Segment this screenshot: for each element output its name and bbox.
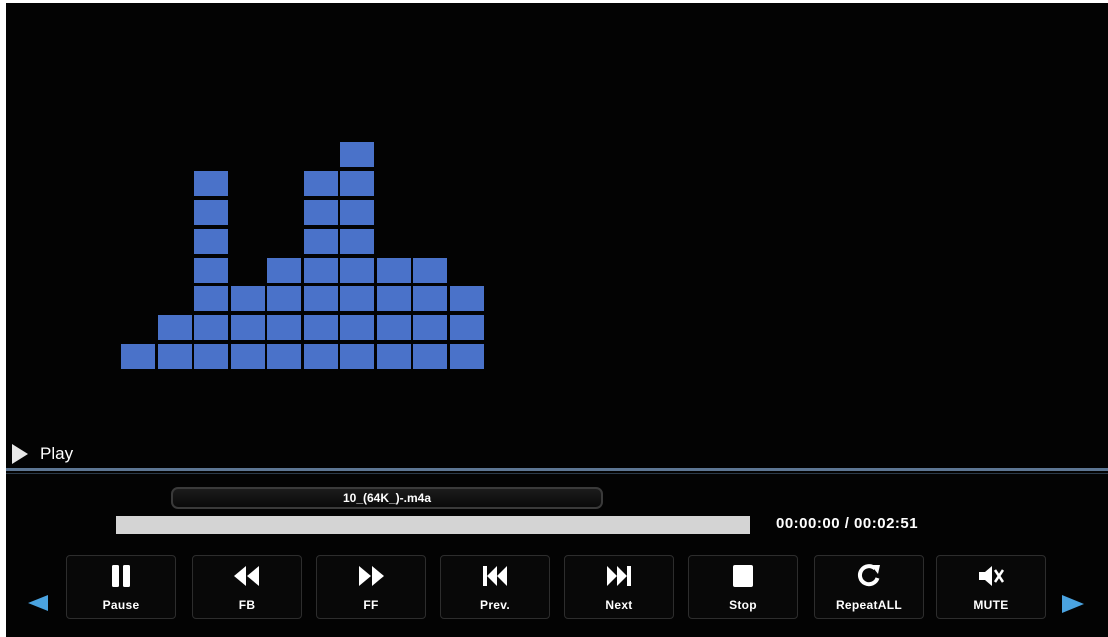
equalizer-block — [449, 286, 484, 312]
equalizer-block — [340, 286, 374, 312]
mute-speaker-icon — [979, 566, 1005, 586]
pause-button[interactable]: Pause — [66, 555, 176, 619]
equalizer-block — [376, 344, 411, 369]
prev-label: Prev. — [480, 598, 510, 612]
pause-icon — [112, 565, 130, 587]
panel-divider-shadow — [6, 473, 1108, 474]
equalizer-block — [194, 315, 228, 341]
status-label: Play — [40, 444, 74, 463]
equalizer-block — [340, 315, 374, 341]
equalizer-block — [376, 286, 411, 312]
equalizer-block — [413, 286, 447, 312]
repeat-all-button[interactable]: RepeatALL — [814, 555, 924, 619]
repeat-all-label: RepeatALL — [835, 598, 903, 612]
next-label: Next — [605, 598, 633, 612]
progress-bar-fill — [116, 516, 750, 534]
equalizer-block — [413, 344, 447, 369]
equalizer-block — [267, 286, 301, 312]
skip-previous-icon — [483, 566, 507, 586]
equalizer-block — [157, 315, 192, 341]
previous-button[interactable]: Prev. — [440, 555, 550, 619]
equalizer-block — [340, 344, 374, 369]
playback-status: Play — [12, 440, 73, 468]
equalizer-block — [340, 142, 374, 168]
fast-backward-button[interactable]: FB — [192, 555, 302, 619]
equalizer-block — [267, 315, 301, 341]
equalizer-block — [194, 228, 228, 254]
equalizer-block — [340, 171, 374, 197]
equalizer-block — [194, 257, 228, 283]
play-triangle-icon — [12, 444, 28, 464]
equalizer-block — [413, 315, 447, 341]
equalizer-block — [303, 344, 338, 369]
equalizer-block — [230, 315, 265, 341]
equalizer-block — [303, 286, 338, 312]
equalizer-block — [194, 171, 228, 197]
equalizer-visualizer — [6, 3, 606, 403]
equalizer-block — [303, 171, 338, 197]
stop-icon — [733, 565, 753, 587]
fast-forward-icon — [359, 566, 384, 586]
pause-label: Pause — [102, 598, 140, 612]
equalizer-block — [303, 228, 338, 254]
fb-label: FB — [238, 598, 256, 612]
progress-bar[interactable] — [116, 516, 750, 534]
equalizer-block — [340, 228, 374, 254]
equalizer-block — [340, 200, 374, 225]
stop-label: Stop — [729, 598, 757, 612]
next-button[interactable]: Next — [564, 555, 674, 619]
fast-backward-icon — [234, 566, 259, 586]
time-readout: 00:00:00 / 00:02:51 — [776, 515, 919, 532]
fast-forward-button[interactable]: FF — [316, 555, 426, 619]
media-player-screen: Play 10_(64K_)-.m4a 00:00:00 / 00:02:51 … — [6, 3, 1108, 637]
skip-next-icon — [607, 566, 631, 586]
filename-display: 10_(64K_)-.m4a — [171, 487, 603, 509]
stop-button[interactable]: Stop — [688, 555, 798, 619]
control-bar: Pause FB FF Prev. Next Stop RepeatALL MU… — [6, 555, 1108, 621]
equalizer-block — [157, 344, 192, 369]
scroll-right-arrow-icon[interactable] — [1062, 595, 1084, 613]
equalizer-block — [413, 257, 447, 283]
equalizer-block — [121, 344, 155, 369]
equalizer-block — [194, 344, 228, 369]
panel-divider — [6, 468, 1108, 471]
equalizer-block — [303, 315, 338, 341]
equalizer-block — [230, 286, 265, 312]
equalizer-block — [194, 200, 228, 225]
scroll-left-arrow-icon[interactable] — [28, 595, 48, 611]
equalizer-block — [267, 257, 301, 283]
filename-text: 10_(64K_)-.m4a — [342, 491, 432, 505]
equalizer-block — [376, 257, 411, 283]
ff-label: FF — [363, 598, 379, 612]
equalizer-block — [340, 257, 374, 283]
equalizer-block — [449, 344, 484, 369]
equalizer-block — [267, 344, 301, 369]
mute-button[interactable]: MUTE — [936, 555, 1046, 619]
equalizer-block — [376, 315, 411, 341]
equalizer-block — [449, 315, 484, 341]
equalizer-block — [303, 200, 338, 225]
equalizer-block — [230, 344, 265, 369]
mute-label: MUTE — [973, 598, 1009, 612]
repeat-icon — [858, 564, 880, 587]
equalizer-block — [194, 286, 228, 312]
equalizer-block — [303, 257, 338, 283]
